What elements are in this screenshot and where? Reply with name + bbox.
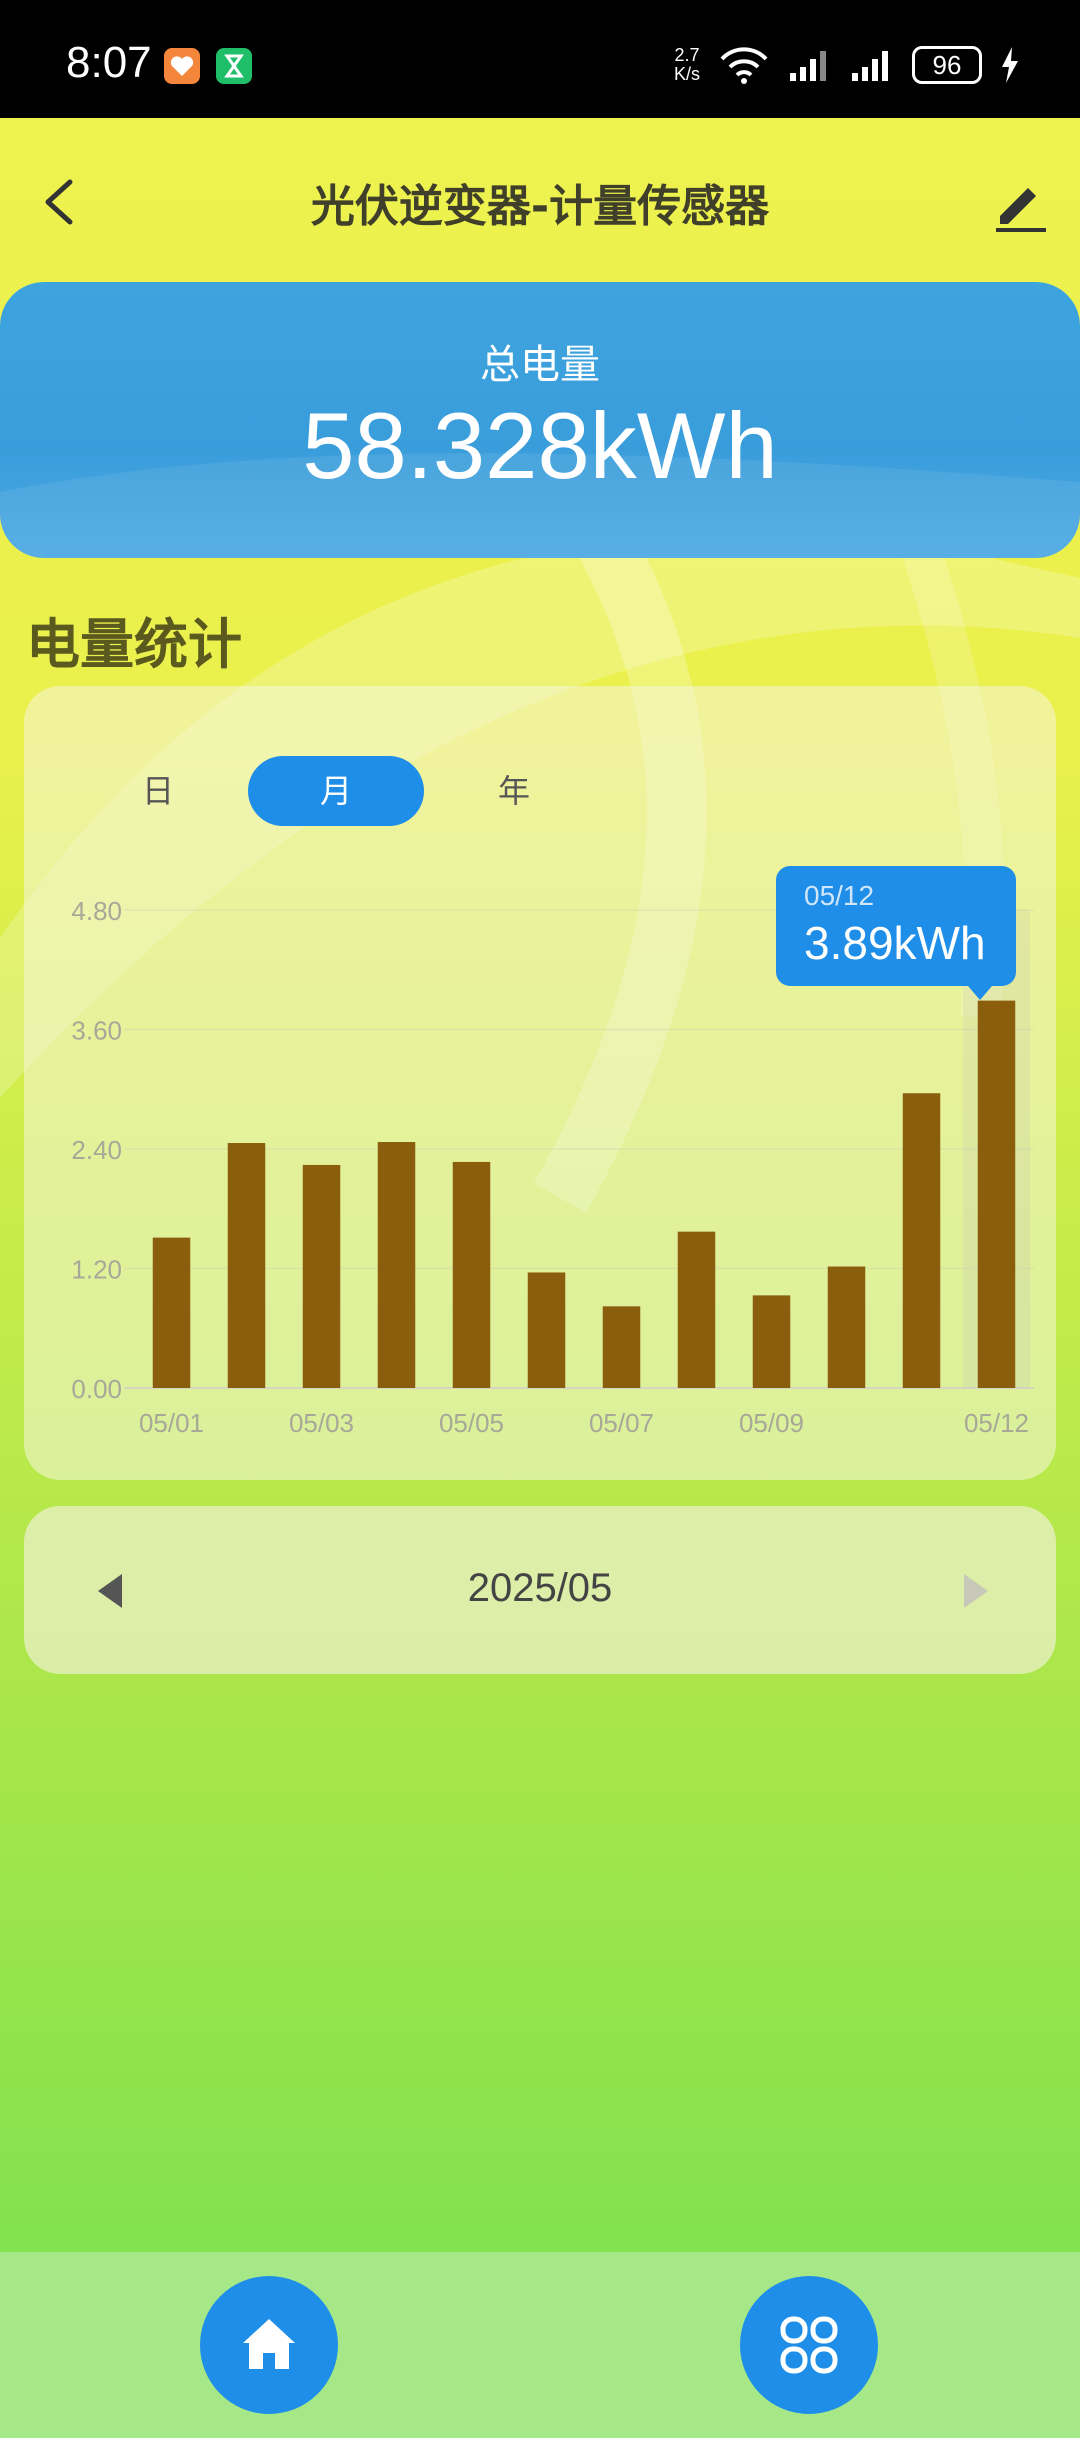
battery-icon: 96 <box>912 46 982 84</box>
status-time: 8:07 <box>66 38 152 87</box>
chart-bar[interactable] <box>602 1306 641 1388</box>
chart-bar[interactable] <box>677 1231 716 1388</box>
health-app-icon <box>164 48 200 84</box>
total-energy-value: 58.328kWh <box>302 393 778 498</box>
wifi-icon <box>720 47 768 84</box>
month-label: 2025/05 <box>467 1566 613 1610</box>
chart-bar[interactable] <box>977 1000 1016 1388</box>
status-bar: 8:07 2.7 K/s 96 <box>0 0 1080 118</box>
chart-bar[interactable] <box>377 1142 416 1388</box>
home-button[interactable] <box>200 2276 338 2414</box>
bar-chart: 0.00 1.20 2.40 3.60 4.80 05/01 05/03 05/05 05/07… <box>71 896 1034 1438</box>
signal-icon <box>852 51 888 81</box>
x-tick-label: 05/12 <box>964 1408 1029 1438</box>
network-speed: 2.7 K/s <box>674 46 700 84</box>
x-tick-label: 05/05 <box>439 1408 504 1438</box>
total-energy-card: 总电量 58.328kWh <box>0 282 1080 558</box>
y-tick-label: 4.80 <box>71 896 122 926</box>
x-tick-label: 05/03 <box>289 1408 354 1438</box>
charging-icon <box>1002 47 1018 83</box>
chart-bar[interactable] <box>152 1237 191 1388</box>
triangle-right-icon[interactable] <box>956 1566 996 1616</box>
y-tick-label: 3.60 <box>71 1016 122 1046</box>
chart-bar[interactable] <box>902 1093 941 1388</box>
x-tick-label: 05/09 <box>739 1408 804 1438</box>
tooltip-value: 3.89kWh <box>804 917 986 969</box>
apps-button[interactable] <box>740 2276 878 2414</box>
grid-apps-icon <box>780 2316 838 2374</box>
network-speed-value: 2.7 <box>674 45 700 65</box>
chart-bar[interactable] <box>227 1143 266 1388</box>
total-energy-label: 总电量 <box>480 342 600 388</box>
y-tick-label: 1.20 <box>71 1255 122 1285</box>
bottom-nav <box>0 2252 1080 2438</box>
chart-bar[interactable] <box>527 1272 566 1388</box>
x-tick-label: 05/07 <box>589 1408 654 1438</box>
home-icon <box>243 2319 295 2369</box>
chart-bar[interactable] <box>827 1266 866 1388</box>
page-title: 光伏逆变器-计量传感器 <box>310 181 770 232</box>
y-tick-label: 0.00 <box>71 1374 122 1404</box>
network-speed-unit: K/s <box>673 64 700 84</box>
energy-stats-card: 日 月 年 0.00 1.20 2.40 3.60 4.80 05/01 05/03 05/0… <box>24 686 1056 1480</box>
chart-bar[interactable] <box>752 1295 791 1388</box>
chart-bar[interactable] <box>302 1164 341 1388</box>
signal-icon <box>790 51 826 81</box>
x-tick-label: 05/01 <box>139 1408 204 1438</box>
tooltip-date: 05/12 <box>804 880 875 911</box>
timer-app-icon <box>216 48 252 84</box>
y-tick-label: 2.40 <box>71 1135 122 1165</box>
chart-tooltip: 05/12 3.89kWh <box>776 866 1016 1000</box>
section-title: 电量统计 <box>26 613 242 676</box>
month-selector: 2025/05 <box>24 1506 1056 1674</box>
chart-bar[interactable] <box>452 1161 491 1388</box>
